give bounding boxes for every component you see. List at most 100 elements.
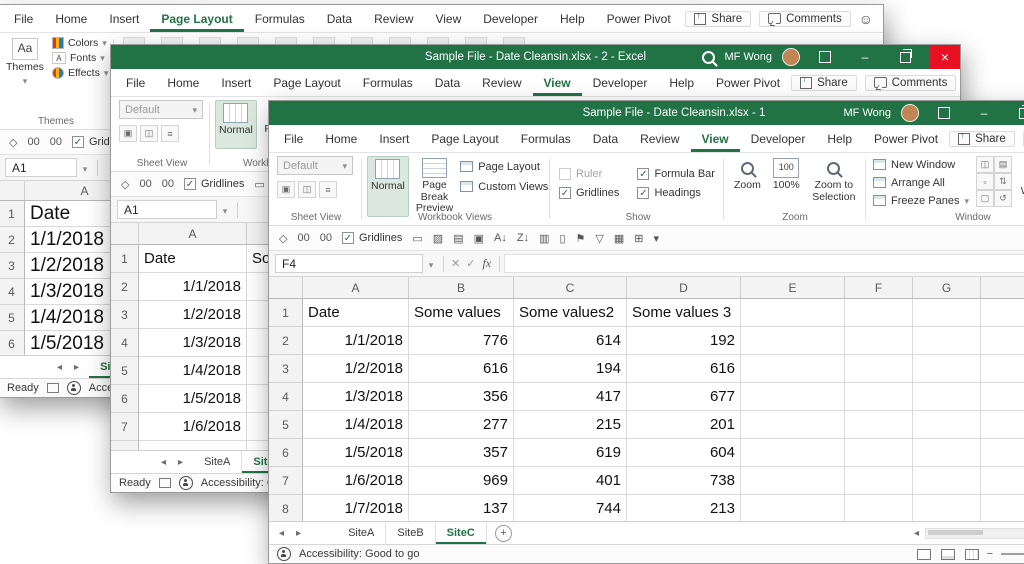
- cell[interactable]: 401: [514, 467, 627, 495]
- share-button[interactable]: Share: [791, 75, 857, 91]
- page-layout-view-shortcut[interactable]: [941, 549, 955, 560]
- column-header-B[interactable]: B: [409, 277, 514, 299]
- select-all-corner[interactable]: [111, 223, 139, 245]
- row-header[interactable]: 2: [111, 273, 139, 301]
- cell[interactable]: [913, 299, 981, 327]
- cell[interactable]: [845, 467, 913, 495]
- ribbon-tab-insert[interactable]: Insert: [98, 5, 150, 32]
- ribbon-tab-page-layout[interactable]: Page Layout: [150, 5, 243, 32]
- ribbon-tab-page-layout[interactable]: Page Layout: [262, 69, 351, 96]
- cell[interactable]: 194: [514, 355, 627, 383]
- row-header[interactable]: 4: [0, 279, 25, 305]
- sheet-tab-sitea[interactable]: SiteA: [337, 522, 386, 544]
- headings-checkbox[interactable]: Headings: [637, 183, 717, 202]
- increase-decimal-icon[interactable]: 00: [139, 178, 151, 190]
- increase-decimal-icon[interactable]: 00: [27, 136, 39, 148]
- cell[interactable]: 1/3/2018: [139, 329, 247, 357]
- comments-button[interactable]: Comments: [865, 75, 957, 91]
- horizontal-scrollbar[interactable]: [914, 528, 1024, 539]
- share-button[interactable]: Share: [685, 11, 751, 27]
- page-layout-button[interactable]: Page Layout: [460, 158, 548, 175]
- cell[interactable]: 417: [514, 383, 627, 411]
- gridlines-checkbox[interactable]: Gridlines: [559, 183, 621, 202]
- cell[interactable]: [913, 495, 981, 521]
- cell[interactable]: 192: [627, 327, 741, 355]
- prev-sheet-icon[interactable]: [57, 362, 62, 373]
- unhide-icon[interactable]: ▢: [976, 190, 994, 207]
- cell[interactable]: 201: [627, 411, 741, 439]
- select-all-corner[interactable]: [269, 277, 303, 299]
- new-window-button[interactable]: New Window: [873, 156, 969, 173]
- normal-view-button[interactable]: Normal: [215, 100, 257, 149]
- cell[interactable]: [845, 355, 913, 383]
- filter-icon[interactable]: ▽: [595, 232, 603, 245]
- ribbon-tab-view[interactable]: View: [424, 5, 472, 32]
- cell[interactable]: 744: [514, 495, 627, 521]
- increase-decimal-icon[interactable]: 00: [297, 232, 309, 244]
- cell[interactable]: [741, 355, 845, 383]
- shape-rect-icon[interactable]: ▭: [254, 178, 264, 191]
- ribbon-tab-review[interactable]: Review: [629, 125, 690, 152]
- cell[interactable]: [741, 439, 845, 467]
- cell[interactable]: 213: [627, 495, 741, 521]
- gridlines-checkbox[interactable]: Gridlines: [342, 232, 402, 244]
- colors-menu[interactable]: Colors: [52, 37, 108, 49]
- cell[interactable]: Date: [139, 245, 247, 273]
- column-header-A[interactable]: A: [303, 277, 409, 299]
- decrease-decimal-icon[interactable]: 00: [162, 178, 174, 190]
- cell[interactable]: 1/1/2018: [139, 273, 247, 301]
- cell[interactable]: [845, 299, 913, 327]
- cell[interactable]: [845, 411, 913, 439]
- cell[interactable]: [741, 467, 845, 495]
- synchronous-scrolling-icon[interactable]: ⇅: [994, 173, 1012, 190]
- keep-sheet-view-icon[interactable]: ▣: [119, 125, 137, 142]
- add-sheet-button[interactable]: [495, 525, 512, 542]
- gridlines-checkbox[interactable]: Gridlines: [184, 178, 244, 190]
- cell[interactable]: 1/1/2018: [303, 327, 409, 355]
- normal-view-button[interactable]: Normal: [367, 156, 409, 217]
- cell[interactable]: [741, 383, 845, 411]
- cell[interactable]: 677: [627, 383, 741, 411]
- ribbon-tab-power-pivot[interactable]: Power Pivot: [596, 5, 682, 32]
- ribbon-tab-review[interactable]: Review: [471, 69, 532, 96]
- format-painter-icon[interactable]: ▨: [433, 232, 443, 245]
- flash-fill-diamond-icon[interactable]: ◇: [279, 232, 287, 245]
- row-header[interactable]: 8: [111, 441, 139, 450]
- cell[interactable]: 619: [514, 439, 627, 467]
- ribbon-tab-developer[interactable]: Developer: [740, 125, 817, 152]
- cell[interactable]: 1/4/2018: [303, 411, 409, 439]
- row-header[interactable]: 3: [0, 253, 25, 279]
- ribbon-tab-home[interactable]: Home: [314, 125, 368, 152]
- effects-menu[interactable]: Effects: [52, 67, 108, 79]
- cell[interactable]: 1/3/2018: [303, 383, 409, 411]
- column-header-C[interactable]: C: [514, 277, 627, 299]
- new-document-icon[interactable]: ▯: [559, 232, 565, 245]
- column-header-G[interactable]: G: [913, 277, 981, 299]
- cell[interactable]: 215: [514, 411, 627, 439]
- ribbon-tab-view[interactable]: View: [533, 69, 582, 96]
- ribbon-tab-help[interactable]: Help: [549, 5, 596, 32]
- ribbon-tab-data[interactable]: Data: [424, 69, 471, 96]
- name-box[interactable]: A1: [5, 158, 77, 177]
- restore-button[interactable]: [1009, 101, 1024, 125]
- feedback-smiley-icon[interactable]: [859, 11, 873, 27]
- cell[interactable]: 604: [627, 439, 741, 467]
- row-header[interactable]: 4: [269, 383, 303, 411]
- cell-fill[interactable]: [981, 495, 1024, 521]
- row-header[interactable]: 1: [269, 299, 303, 327]
- ribbon-tab-file[interactable]: File: [273, 125, 314, 152]
- row-header[interactable]: 7: [269, 467, 303, 495]
- accessibility-status[interactable]: Accessibility: Good to go: [299, 548, 419, 560]
- ribbon-tab-insert[interactable]: Insert: [210, 69, 262, 96]
- minimize-button[interactable]: [969, 101, 999, 125]
- cell[interactable]: 1/4/2018: [139, 357, 247, 385]
- cell[interactable]: [741, 495, 845, 521]
- user-name[interactable]: MF Wong: [844, 107, 891, 119]
- hide-icon[interactable]: ▫: [976, 173, 994, 190]
- user-name[interactable]: MF Wong: [725, 51, 772, 63]
- ribbon-tab-file[interactable]: File: [115, 69, 156, 96]
- ribbon-tab-data[interactable]: Data: [316, 5, 363, 32]
- next-sheet-icon[interactable]: [296, 528, 301, 539]
- zoom-to-selection-button[interactable]: Zoom to Selection: [809, 156, 859, 205]
- save-icon[interactable]: ▣: [474, 232, 484, 245]
